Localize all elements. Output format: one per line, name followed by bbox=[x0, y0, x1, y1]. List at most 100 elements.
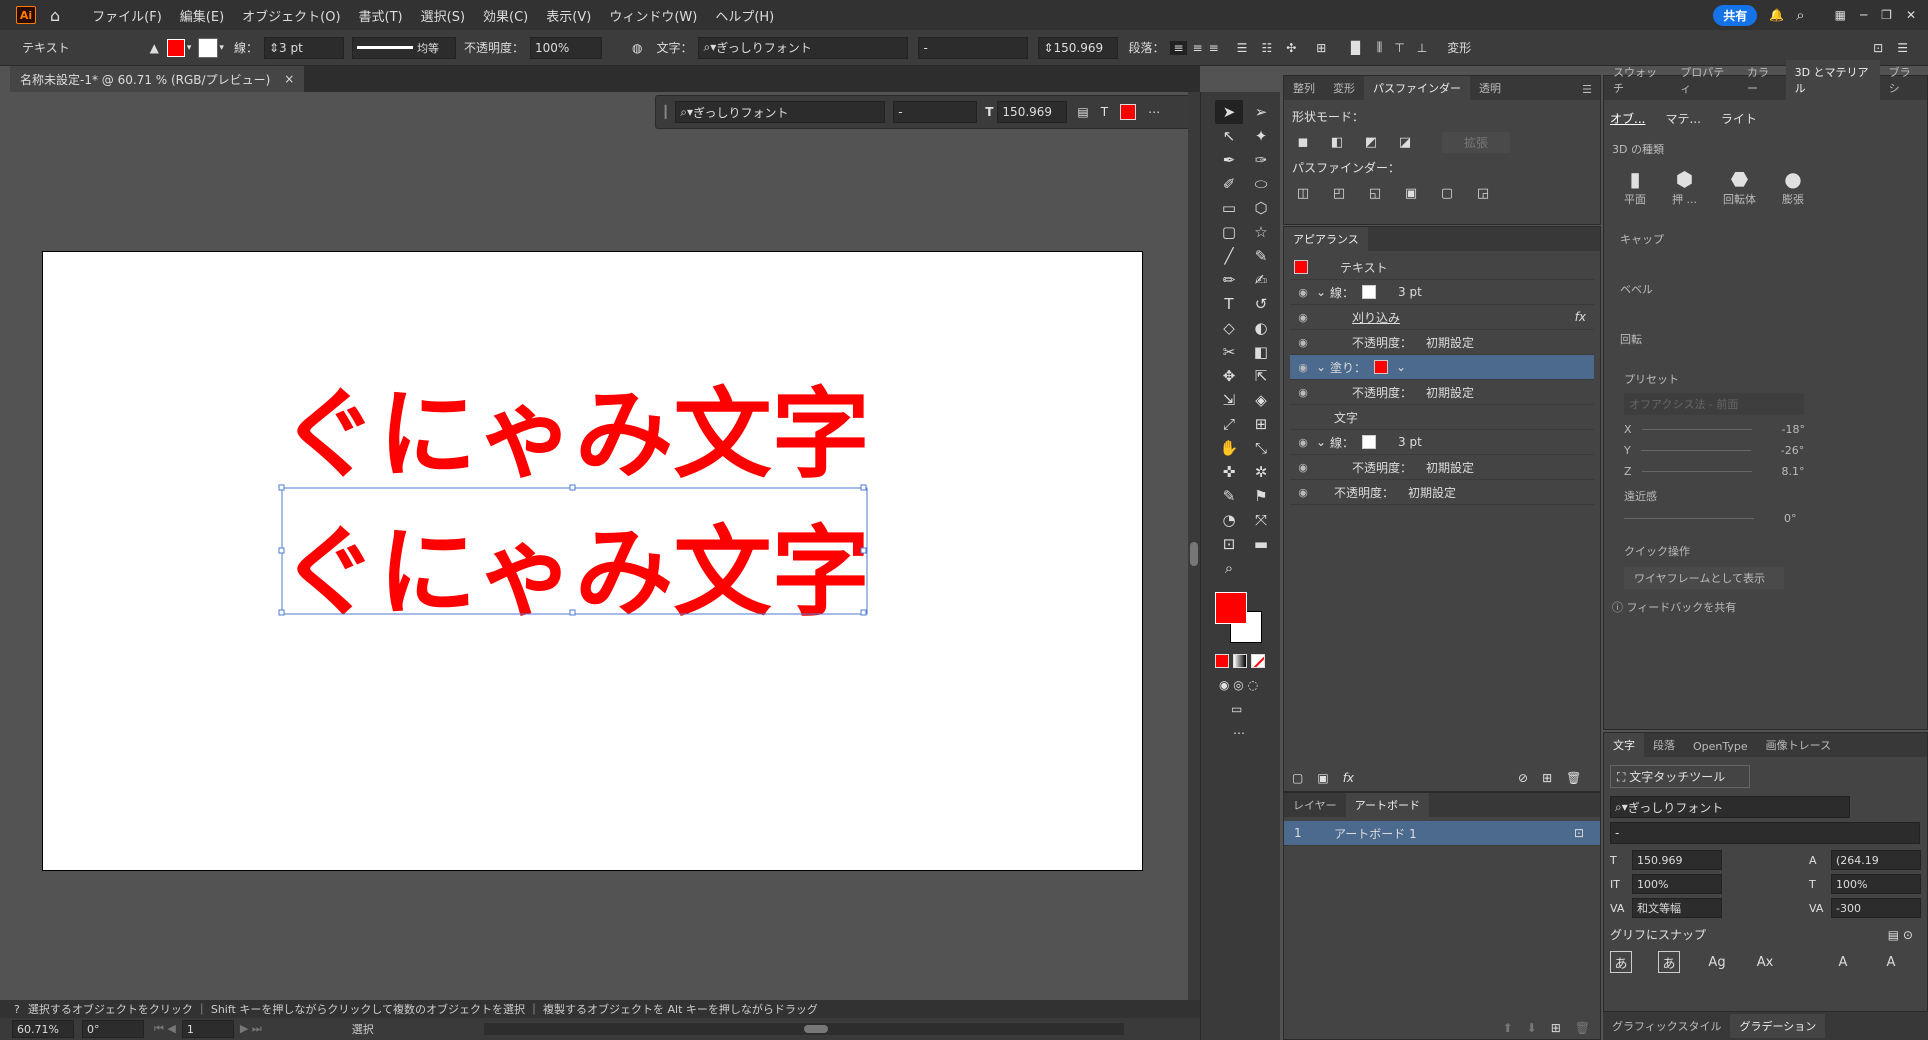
align-left-icon[interactable]: ≡ bbox=[1170, 40, 1187, 55]
y-value[interactable]: -26° bbox=[1781, 444, 1804, 457]
menu-item[interactable]: 効果(C) bbox=[483, 6, 528, 25]
tab-char-2[interactable]: OpenType bbox=[1684, 736, 1757, 757]
appearance-label[interactable]: 刈り込み bbox=[1352, 309, 1400, 326]
chevron-down-icon[interactable]: ▾ bbox=[219, 43, 224, 53]
perspective-icon[interactable]: ⤧ bbox=[1247, 508, 1275, 532]
screen-mode-icon[interactable]: ▭ bbox=[1231, 702, 1280, 716]
draw-mode-icon[interactable]: ◉ ◎ ◌ bbox=[1219, 678, 1280, 692]
blend-icon[interactable]: ✲ bbox=[1247, 460, 1275, 484]
document-tab[interactable]: 名称未設定-1* @ 60.71 % (RGB/プレビュー) × bbox=[10, 66, 305, 92]
rotate-tool-icon[interactable]: ↺ bbox=[1247, 292, 1275, 316]
blob-brush-icon[interactable]: ✍ bbox=[1247, 268, 1275, 292]
eye-icon[interactable]: ◉ bbox=[1290, 336, 1316, 349]
warp-icon[interactable]: ⇱ bbox=[1247, 364, 1275, 388]
tab-transform[interactable]: 変形 bbox=[1324, 76, 1364, 100]
chevron-down-icon[interactable]: ⌄ bbox=[1396, 360, 1406, 374]
first-page-icon[interactable]: ⏮ ◀ bbox=[154, 1022, 176, 1036]
unite-icon[interactable]: ◼ bbox=[1292, 131, 1314, 153]
outline-icon[interactable]: ▢ bbox=[1436, 182, 1458, 204]
close-icon[interactable]: ✕ bbox=[1906, 8, 1916, 22]
font-style-field[interactable]: - bbox=[918, 36, 1029, 59]
appearance-row[interactable]: ◉ 不透明度： 初期設定 bbox=[1290, 380, 1594, 405]
a-icon[interactable]: A bbox=[1880, 951, 1902, 973]
align-objects-icon[interactable]: ▐▌ bbox=[1346, 41, 1364, 55]
tab-right-4[interactable]: ブラシ bbox=[1880, 60, 1927, 100]
arrange-icon[interactable]: ▦ bbox=[1835, 8, 1846, 22]
search-icon[interactable]: ⌕ bbox=[1796, 6, 1804, 24]
char-font-field[interactable]: ⌕▾ ぎっしりフォント bbox=[1610, 796, 1850, 818]
x-value[interactable]: -18° bbox=[1782, 423, 1805, 436]
add-fill-icon[interactable]: ▣ bbox=[1317, 771, 1328, 785]
size-field[interactable]: 150.969 bbox=[1632, 850, 1722, 870]
home-icon[interactable]: ⌂ bbox=[50, 6, 60, 25]
text-fill-swatch[interactable] bbox=[1294, 260, 1308, 274]
font-field[interactable]: ⌕▾ ぎっしりフォント bbox=[698, 36, 909, 59]
menu-item[interactable]: 書式(T) bbox=[359, 6, 403, 25]
eye-icon[interactable]: ◉ bbox=[1290, 486, 1316, 499]
menu-item[interactable]: ヘルプ(H) bbox=[715, 6, 774, 25]
exclude-icon[interactable]: ◪ bbox=[1394, 131, 1416, 153]
tab-pathfinder[interactable]: パスファインダー bbox=[1364, 76, 1470, 100]
eye-icon[interactable]: ◉ bbox=[1290, 386, 1316, 399]
fx-icon[interactable]: fx bbox=[1575, 310, 1586, 324]
italic-a-icon[interactable]: A bbox=[1832, 951, 1854, 973]
float-size-field[interactable]: 150.969 bbox=[997, 101, 1068, 123]
appearance-row[interactable]: ◉ 不透明度： 初期設定 bbox=[1290, 330, 1594, 355]
artwork-text-top[interactable]: ぐにゃみ文字 bbox=[280, 378, 870, 492]
eye-icon[interactable]: ◉ bbox=[1290, 311, 1316, 324]
grip-icon[interactable]: ┃ bbox=[662, 105, 669, 119]
proximity-icon[interactable]: あ bbox=[1658, 951, 1680, 973]
anchor-icon[interactable]: ✦ bbox=[1247, 124, 1275, 148]
glyph-snap-icon[interactable]: あ bbox=[1610, 951, 1632, 973]
more-icon[interactable]: ⋯ bbox=[1148, 105, 1160, 119]
close-tab-icon[interactable]: × bbox=[284, 72, 294, 86]
share-button[interactable]: 共有 bbox=[1713, 4, 1758, 26]
chevron-down-icon[interactable]: ⌄ bbox=[1316, 360, 1330, 374]
artboard-options-icon[interactable]: ⊡ bbox=[1574, 826, 1584, 840]
rotate-field[interactable]: 0° bbox=[82, 1020, 144, 1038]
tab-right-1[interactable]: プロパティ bbox=[1671, 60, 1738, 100]
rectangle-tool-icon[interactable]: ▭ bbox=[1215, 196, 1243, 220]
new-artboard-icon[interactable]: ⊞ bbox=[1551, 1021, 1561, 1035]
tab-artboards[interactable]: アートボード bbox=[1345, 793, 1430, 817]
tab-right-3[interactable]: 3D とマテリアル bbox=[1785, 60, 1880, 100]
artwork-svg[interactable]: ぐにゃみ文字 ぐにゃみ文字 bbox=[270, 350, 890, 630]
numbered-list-icon[interactable]: ☷ bbox=[1261, 41, 1272, 55]
page-field[interactable]: 1 bbox=[181, 1020, 234, 1038]
recolor-icon[interactable]: ⊞ bbox=[1316, 41, 1326, 55]
appearance-row[interactable]: ◉ 不透明度： 初期設定 bbox=[1290, 455, 1594, 480]
crop-icon[interactable]: ▣ bbox=[1400, 182, 1422, 204]
menu-item[interactable]: 表示(V) bbox=[546, 6, 591, 25]
eye-icon[interactable]: ◉ bbox=[1290, 286, 1316, 299]
3d-type-1[interactable]: ⬢ 押 ... bbox=[1672, 167, 1697, 207]
gradient-mode-icon[interactable] bbox=[1233, 654, 1247, 668]
stroke-swatch[interactable] bbox=[198, 37, 219, 58]
tab-appearance[interactable]: アピアランス bbox=[1284, 227, 1368, 251]
preset-field[interactable]: オフアクシス法 - 前面 bbox=[1624, 393, 1804, 415]
gradient-icon[interactable]: ◐ bbox=[1247, 316, 1275, 340]
z-value[interactable]: 8.1° bbox=[1782, 465, 1805, 478]
intersect-icon[interactable]: ◩ bbox=[1360, 131, 1382, 153]
menu-item[interactable]: 編集(E) bbox=[180, 6, 224, 25]
appearance-row[interactable]: 文字 bbox=[1290, 405, 1594, 430]
handle[interactable] bbox=[278, 547, 285, 554]
distribute-icon[interactable]: ⫼ bbox=[1377, 40, 1383, 55]
zoom-field[interactable]: 60.71% bbox=[12, 1020, 74, 1038]
trim-icon[interactable]: ◰ bbox=[1328, 182, 1350, 204]
direct-select-tool-icon[interactable]: ➢ bbox=[1247, 100, 1275, 124]
paragraph-icon[interactable]: ▤ bbox=[1077, 105, 1088, 119]
line-tool-icon[interactable]: ╱ bbox=[1215, 244, 1243, 268]
handle[interactable] bbox=[860, 547, 867, 554]
eye-icon[interactable]: ◉ bbox=[1290, 436, 1316, 449]
none-mode-icon[interactable] bbox=[1251, 654, 1265, 668]
live-paint-icon[interactable]: ⊞ bbox=[1247, 412, 1275, 436]
menu-item[interactable]: ウィンドウ(W) bbox=[609, 6, 697, 25]
divide-icon[interactable]: ◫ bbox=[1292, 182, 1314, 204]
tab-right-2[interactable]: カラー bbox=[1738, 60, 1786, 100]
slice-icon[interactable]: ⚑ bbox=[1247, 484, 1275, 508]
clear-icon[interactable]: ⊘ bbox=[1518, 771, 1528, 785]
hscale-field[interactable]: 100% bbox=[1831, 874, 1921, 894]
touch-type-button[interactable]: ⛶ 文字タッチツール bbox=[1610, 765, 1750, 788]
pencil-icon[interactable]: ✐ bbox=[1215, 172, 1243, 196]
char-style-field[interactable]: - bbox=[1610, 822, 1920, 844]
